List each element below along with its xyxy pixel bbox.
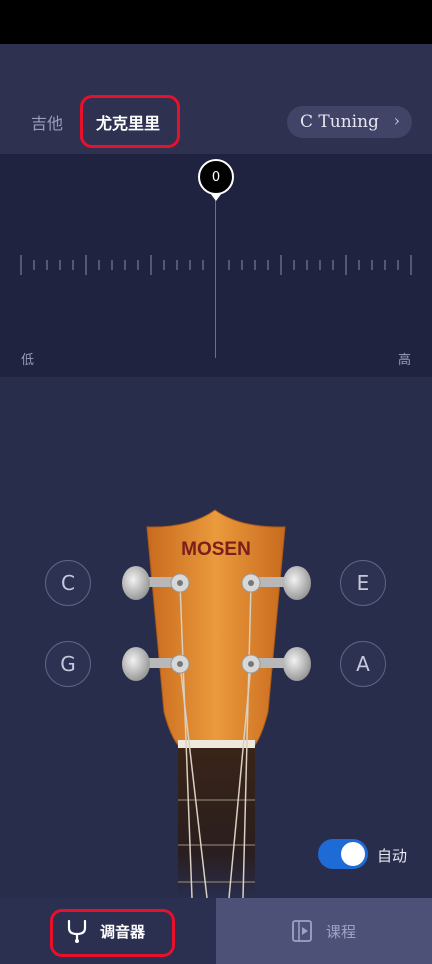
low-label: 低: [21, 353, 35, 368]
tuning-selector-button[interactable]: C Tuning ›: [287, 106, 412, 138]
string-button-c[interactable]: C: [45, 560, 91, 606]
play-video-icon: [292, 920, 312, 942]
string-button-g[interactable]: G: [45, 641, 91, 687]
chevron-right-icon: ›: [393, 111, 400, 130]
tab-guitar[interactable]: 吉他: [31, 110, 63, 134]
status-bar: [0, 0, 432, 44]
nav-course[interactable]: [216, 898, 432, 964]
brand-logo: MOSEN: [181, 539, 251, 560]
toggle-knob: [341, 842, 365, 866]
highlight-box-tuner: [50, 909, 175, 957]
tuning-label: C Tuning: [300, 112, 379, 132]
auto-toggle[interactable]: [318, 839, 368, 869]
needle-line: [215, 198, 216, 358]
pitch-indicator-pointer: [210, 193, 222, 201]
string-button-e[interactable]: E: [340, 560, 386, 606]
auto-label: 自动: [377, 847, 408, 865]
nav-course-label: 课程: [326, 923, 357, 941]
string-button-a[interactable]: A: [340, 641, 386, 687]
ukulele-headstock: MOSEN: [122, 509, 311, 898]
pitch-indicator: 0: [198, 159, 234, 195]
highlight-box-ukulele: [80, 95, 180, 148]
high-label: 高: [398, 353, 412, 368]
